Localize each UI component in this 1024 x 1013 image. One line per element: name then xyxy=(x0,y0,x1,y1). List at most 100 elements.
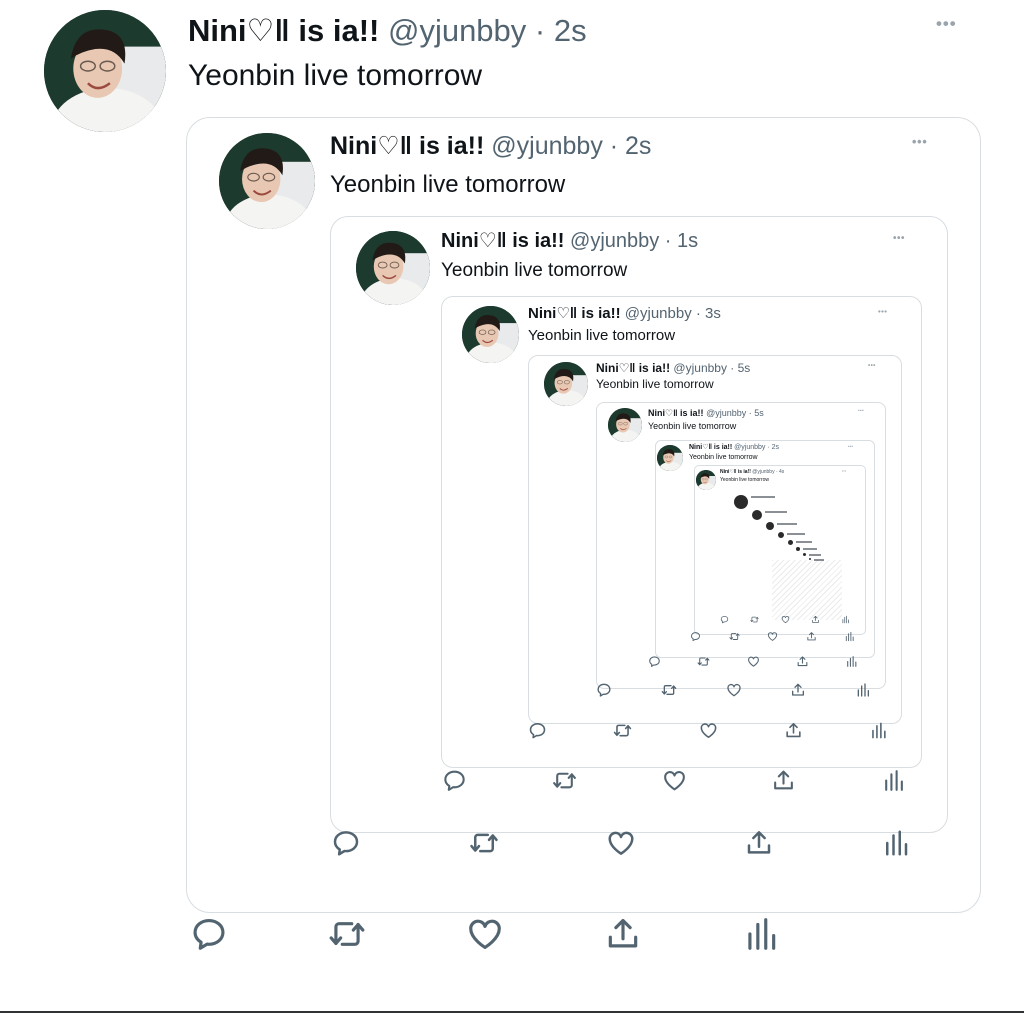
tweet-text: Yeonbin live tomorrow xyxy=(689,454,758,461)
like-icon xyxy=(747,655,760,668)
more-icon[interactable]: ••• xyxy=(893,232,905,246)
retweet-icon xyxy=(552,768,577,793)
more-icon[interactable]: ••• xyxy=(878,306,887,317)
display-name[interactable]: Nini♡‖ is ia!! xyxy=(596,361,670,375)
reply-icon xyxy=(442,768,467,793)
nested-tweet-line xyxy=(777,523,797,525)
retweet-button[interactable] xyxy=(552,768,577,793)
reply-button[interactable] xyxy=(648,655,661,668)
avatar[interactable] xyxy=(608,408,642,442)
tweet-header: Nini♡‖ is ia!! @yjunbby · 2s xyxy=(330,131,651,161)
share-button[interactable] xyxy=(790,682,806,698)
avatar xyxy=(788,540,793,545)
analytics-button[interactable] xyxy=(845,655,858,668)
avatar xyxy=(796,547,800,551)
analytics-icon xyxy=(845,655,858,668)
nested-tweet-line xyxy=(787,533,805,535)
display-name[interactable]: Nini♡‖ is ia!! xyxy=(648,408,704,418)
avatar[interactable] xyxy=(696,470,716,490)
avatar[interactable] xyxy=(356,231,430,305)
analytics-button[interactable] xyxy=(869,721,888,740)
share-button[interactable] xyxy=(771,768,796,793)
retweet-icon xyxy=(661,682,677,698)
avatar[interactable] xyxy=(44,10,166,132)
retweet-button[interactable] xyxy=(661,682,677,698)
avatar xyxy=(752,510,762,520)
share-button[interactable] xyxy=(784,721,803,740)
like-button[interactable] xyxy=(747,655,760,668)
avatar[interactable] xyxy=(544,362,588,406)
handle-and-time[interactable]: @yjunbby · 3s xyxy=(625,305,721,322)
reply-button[interactable] xyxy=(190,915,228,953)
share-icon xyxy=(784,721,803,740)
tweet-actions xyxy=(190,904,780,964)
display-name[interactable]: Nini♡‖ is ia!! xyxy=(720,469,751,475)
retweet-icon xyxy=(697,655,710,668)
display-name[interactable]: Nini♡‖ is ia!! xyxy=(528,305,621,322)
share-icon xyxy=(604,915,642,953)
more-icon[interactable]: ••• xyxy=(858,408,864,415)
reply-icon xyxy=(528,721,547,740)
more-icon[interactable]: ••• xyxy=(848,444,853,450)
reply-button[interactable] xyxy=(442,768,467,793)
analytics-icon xyxy=(881,828,911,858)
retweet-button[interactable] xyxy=(469,828,499,858)
handle-and-time[interactable]: @yjunbby · 2s xyxy=(734,444,779,451)
share-button[interactable] xyxy=(796,655,809,668)
nested-tweet-line xyxy=(751,496,775,498)
reply-button[interactable] xyxy=(690,631,701,642)
more-icon[interactable]: ••• xyxy=(868,361,876,370)
display-name[interactable]: Nini♡‖ is ia!! xyxy=(188,13,379,48)
analytics-button[interactable] xyxy=(855,682,871,698)
reply-icon xyxy=(190,915,228,953)
retweet-button[interactable] xyxy=(613,721,632,740)
handle-and-time[interactable]: @yjunbby · 1s xyxy=(570,230,698,252)
reply-button[interactable] xyxy=(596,682,612,698)
more-icon[interactable]: ••• xyxy=(936,12,957,36)
retweet-button[interactable] xyxy=(697,655,710,668)
like-button[interactable] xyxy=(466,915,504,953)
share-icon xyxy=(796,655,809,668)
reply-button[interactable] xyxy=(720,615,729,624)
reply-icon xyxy=(720,615,729,624)
share-button[interactable] xyxy=(744,828,774,858)
analytics-button[interactable] xyxy=(841,615,850,624)
avatar xyxy=(778,532,784,538)
analytics-button[interactable] xyxy=(881,828,911,858)
avatar[interactable] xyxy=(219,133,315,229)
tweet-header: Nini♡‖ is ia!! @yjunbby · 2s xyxy=(188,12,587,49)
retweet-icon xyxy=(469,828,499,858)
handle-and-time[interactable]: @yjunbby · 2s xyxy=(491,132,651,160)
handle-and-time[interactable]: @yjunbby · 2s xyxy=(388,13,587,48)
share-button[interactable] xyxy=(604,915,642,953)
retweet-button[interactable] xyxy=(328,915,366,953)
avatar[interactable] xyxy=(657,445,683,471)
like-button[interactable] xyxy=(699,721,718,740)
handle-and-time[interactable]: @yjunbby · 5s xyxy=(673,361,750,375)
avatar[interactable] xyxy=(462,306,519,363)
display-name[interactable]: Nini♡‖ is ia!! xyxy=(441,230,564,252)
nested-quote-tweet-screenshot: Nini♡‖ is ia!! @yjunbby · 2s Yeonbin live… xyxy=(0,0,1024,1013)
nested-tweet-line xyxy=(803,548,817,550)
analytics-button[interactable] xyxy=(881,768,906,793)
like-icon xyxy=(699,721,718,740)
display-name[interactable]: Nini♡‖ is ia!! xyxy=(330,132,484,160)
like-button[interactable] xyxy=(662,768,687,793)
reply-button[interactable] xyxy=(528,721,547,740)
retweet-button[interactable] xyxy=(750,615,759,624)
tweet-header: Nini♡‖ is ia!! @yjunbby · 5s xyxy=(596,361,750,375)
like-button[interactable] xyxy=(726,682,742,698)
display-name[interactable]: Nini♡‖ is ia!! xyxy=(689,444,732,451)
more-icon[interactable]: ••• xyxy=(912,133,928,151)
more-icon[interactable]: ••• xyxy=(842,469,846,474)
analytics-button[interactable] xyxy=(742,915,780,953)
reply-button[interactable] xyxy=(331,828,361,858)
tweet-header: Nini♡‖ is ia!! @yjunbby · 5s xyxy=(648,408,764,419)
tweet-text: Yeonbin live tomorrow xyxy=(720,477,770,483)
avatar xyxy=(766,522,774,530)
share-icon xyxy=(790,682,806,698)
like-button[interactable] xyxy=(606,828,636,858)
tweet-actions xyxy=(442,755,906,805)
handle-and-time[interactable]: @yjunbby · 4s xyxy=(752,469,784,475)
handle-and-time[interactable]: @yjunbby · 5s xyxy=(706,408,764,418)
